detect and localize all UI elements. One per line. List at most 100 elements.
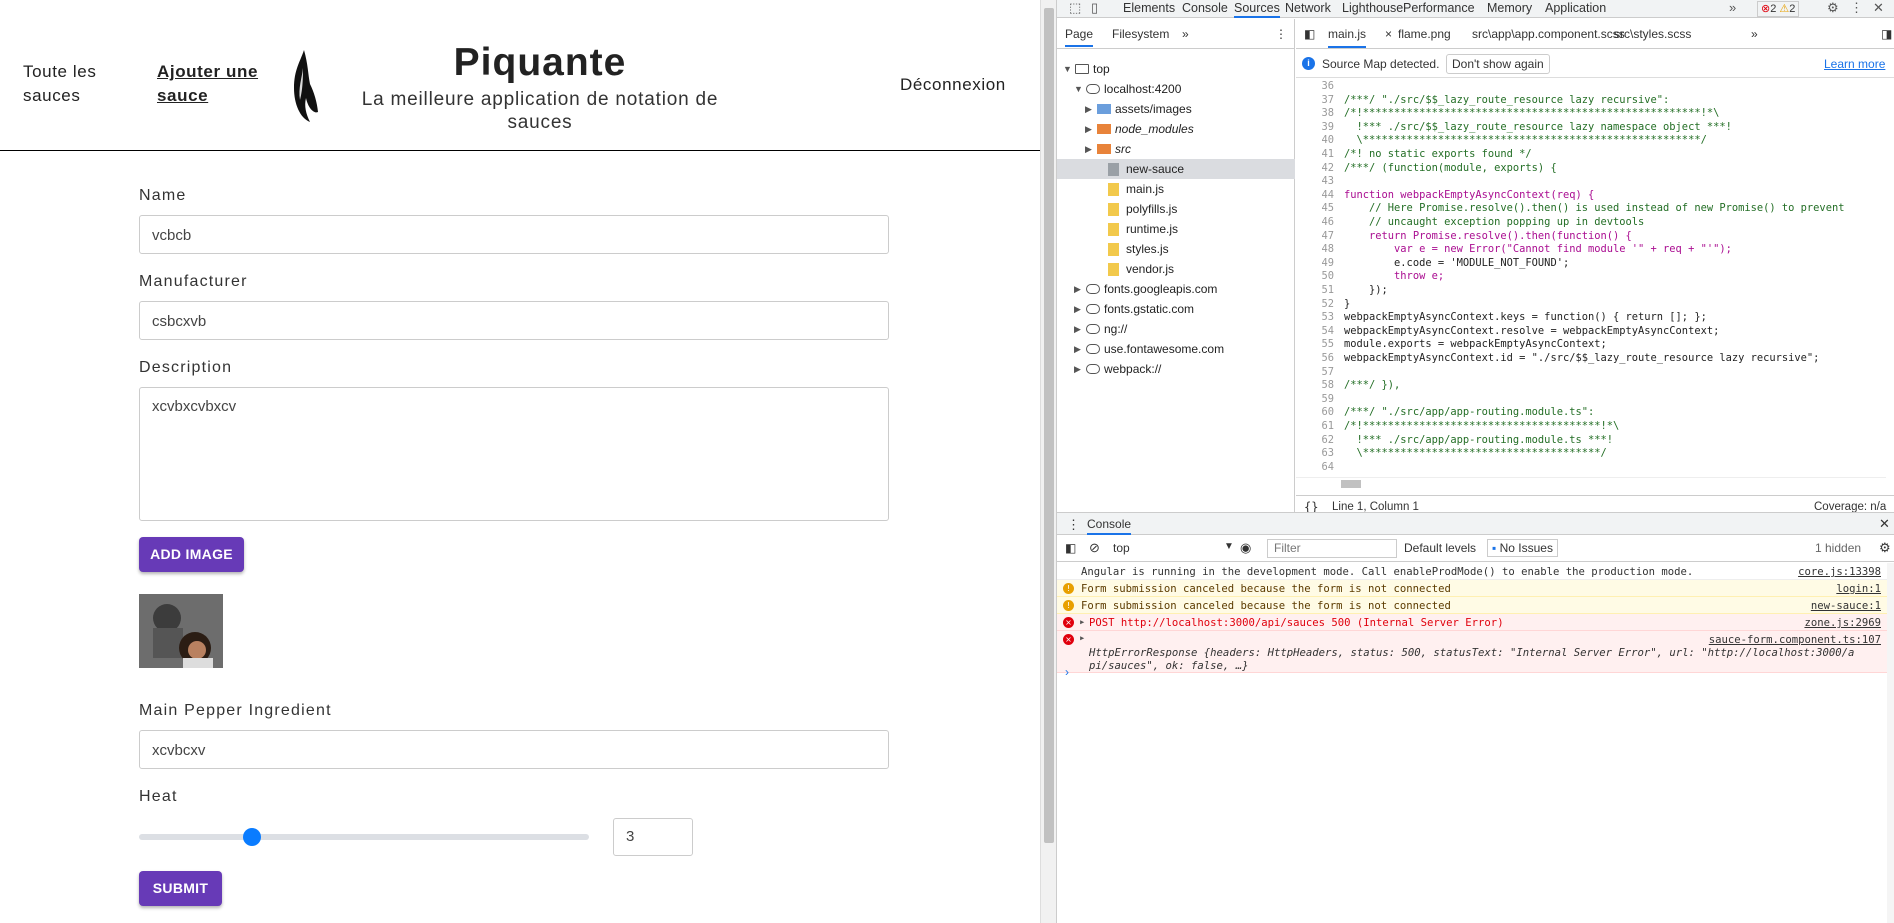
message-source-link[interactable]: zone.js:2969 <box>1804 616 1881 630</box>
expand-arrow-icon[interactable]: ▶ <box>1074 359 1081 379</box>
tab-elements[interactable]: Elements <box>1123 1 1175 15</box>
pepper-input[interactable]: xcvbcxv <box>139 730 889 769</box>
tree-item[interactable]: new-sauce <box>1057 159 1295 179</box>
expand-arrow-icon[interactable]: ▶ <box>1074 319 1081 339</box>
tree-item[interactable]: ▶ node_modules <box>1057 119 1295 139</box>
chevron-down-icon[interactable]: ▼ <box>1224 541 1234 552</box>
tab-network[interactable]: Network <box>1285 1 1331 15</box>
log-levels-dropdown[interactable]: Default levels <box>1404 541 1476 555</box>
expand-message-icon[interactable]: ▸ <box>1079 615 1085 629</box>
expand-arrow-icon[interactable]: ▶ <box>1074 279 1081 299</box>
context-select[interactable]: top <box>1113 541 1130 555</box>
tab-lighthouse[interactable]: Lighthouse <box>1342 1 1403 15</box>
expand-arrow-icon[interactable]: ▶ <box>1085 139 1092 159</box>
tree-item[interactable]: ▶ fonts.gstatic.com <box>1057 299 1295 319</box>
line-number: 37 <box>1321 93 1334 106</box>
editor-tab[interactable]: main.js <box>1328 27 1367 48</box>
tree-item[interactable]: polyfills.js <box>1057 199 1295 219</box>
logout-link[interactable]: Déconnexion <box>900 75 1006 95</box>
submit-button[interactable]: SUBMIT <box>139 871 222 906</box>
tab-filesystem[interactable]: Filesystem <box>1112 27 1169 41</box>
add-image-button[interactable]: ADD IMAGE <box>139 537 244 572</box>
tree-item[interactable]: main.js <box>1057 179 1295 199</box>
tree-item[interactable]: styles.js <box>1057 239 1295 259</box>
expand-arrow-icon[interactable]: ▶ <box>1085 99 1092 119</box>
tree-item[interactable]: ▶ webpack:// <box>1057 359 1295 379</box>
code-text: !*** ./src/$$_lazy_route_resource lazy n… <box>1344 120 1732 133</box>
tree-item[interactable]: ▼ top <box>1057 59 1295 79</box>
console-prompt-icon[interactable]: › <box>1065 665 1069 679</box>
app-scrollbar[interactable] <box>1040 0 1056 923</box>
inspect-element-icon[interactable]: ⬚ <box>1069 1 1081 15</box>
code-view[interactable]: 36 37 /***/ "./src/$$_lazy_route_resource … <box>1296 79 1894 475</box>
tree-item[interactable]: ▶ src <box>1057 139 1295 159</box>
name-input[interactable]: vcbcb <box>139 215 889 254</box>
close-tab-icon[interactable]: × <box>1385 27 1392 41</box>
console-scrollbar[interactable] <box>1887 563 1894 923</box>
learn-more-link[interactable]: Learn more <box>1824 57 1885 71</box>
tab-performance[interactable]: Performance <box>1403 1 1475 15</box>
expand-arrow-icon[interactable]: ▶ <box>1074 339 1081 359</box>
toggle-navigator-icon[interactable]: ◧ <box>1304 27 1315 41</box>
tab-page[interactable]: Page <box>1065 27 1094 47</box>
device-toolbar-icon[interactable]: ▯ <box>1091 1 1098 15</box>
editor-tab[interactable]: flame.png <box>1398 27 1451 41</box>
sidebar-toggle-icon[interactable]: ◧ <box>1065 541 1076 555</box>
tree-item[interactable]: ▶ ng:// <box>1057 319 1295 339</box>
line-number: 48 <box>1321 243 1334 256</box>
tab-application[interactable]: Application <box>1545 1 1606 15</box>
tree-item[interactable]: ▼ localhost:4200 <box>1057 79 1295 99</box>
description-textarea[interactable]: xcvbxcvbxcv <box>139 387 889 521</box>
expand-arrow-icon[interactable]: ▼ <box>1074 79 1083 99</box>
app-scrollbar-thumb[interactable] <box>1044 8 1054 843</box>
issues-button[interactable]: ▪ No Issues <box>1487 539 1558 557</box>
issue-counts[interactable]: ⊗2 ⚠2 <box>1757 1 1800 17</box>
editor-h-scrollbar[interactable] <box>1296 477 1886 489</box>
manufacturer-input[interactable]: csbcxvb <box>139 301 889 340</box>
heat-number-input[interactable]: 3 <box>613 818 693 856</box>
message-source-link[interactable]: login:1 <box>1836 582 1881 596</box>
expand-message-icon[interactable]: ▸ <box>1079 631 1085 645</box>
customize-menu-icon[interactable]: ⋮ <box>1850 1 1863 15</box>
message-source-link[interactable]: core.js:13398 <box>1798 565 1881 579</box>
heat-slider-track[interactable] <box>139 834 589 840</box>
nav-add-sauce-link[interactable]: Ajouter une sauce <box>157 60 277 108</box>
close-devtools-icon[interactable]: ✕ <box>1873 1 1884 15</box>
tree-item[interactable]: runtime.js <box>1057 219 1295 239</box>
dont-show-again-button[interactable]: Don't show again <box>1446 54 1550 74</box>
heat-slider-handle[interactable] <box>243 828 261 846</box>
settings-gear-icon[interactable]: ⚙ <box>1827 1 1839 15</box>
clear-console-icon[interactable]: ⊘ <box>1089 540 1100 556</box>
message-source-link[interactable]: sauce-form.component.ts:107 <box>1709 633 1881 647</box>
nav-all-sauces-link[interactable]: Toute les sauces <box>23 60 133 108</box>
message-source-link[interactable]: new-sauce:1 <box>1811 599 1881 613</box>
console-filter-input[interactable]: Filter <box>1267 539 1397 558</box>
editor-tab[interactable]: src\styles.scss <box>1614 27 1691 41</box>
more-navigator-tabs-icon[interactable]: » <box>1182 27 1189 41</box>
expand-arrow-icon[interactable]: ▼ <box>1063 59 1072 79</box>
sources-navigator: Page Filesystem » ⋮ ▼ top ▼ localhost:4200 ▶… <box>1057 19 1295 512</box>
more-tabs-icon[interactable]: » <box>1729 1 1736 15</box>
line-number: 36 <box>1321 80 1334 92</box>
navigator-menu-icon[interactable]: ⋮ <box>1275 27 1287 41</box>
tab-memory[interactable]: Memory <box>1487 1 1532 15</box>
live-expression-eye-icon[interactable]: ◉ <box>1240 540 1251 556</box>
tree-item[interactable]: ▶ use.fontawesome.com <box>1057 339 1295 359</box>
expand-arrow-icon[interactable]: ▶ <box>1074 299 1081 319</box>
more-editor-tabs-icon[interactable]: » <box>1751 27 1758 41</box>
console-settings-icon[interactable]: ⚙ <box>1879 540 1891 556</box>
editor-tab[interactable]: src\app\app.component.scss <box>1472 27 1625 41</box>
tree-item[interactable]: ▶ fonts.googleapis.com <box>1057 279 1295 299</box>
editor-h-scrollbar-thumb[interactable] <box>1341 480 1361 488</box>
tab-console-drawer[interactable]: Console <box>1087 517 1132 535</box>
expand-arrow-icon[interactable]: ▶ <box>1085 119 1092 139</box>
drawer-menu-icon[interactable]: ⋮ <box>1067 517 1080 533</box>
tab-console[interactable]: Console <box>1182 1 1228 15</box>
tree-item[interactable]: vendor.js <box>1057 259 1295 279</box>
file-icon <box>1108 243 1119 256</box>
tree-item-label: webpack:// <box>1104 362 1162 376</box>
tree-item[interactable]: ▶ assets/images <box>1057 99 1295 119</box>
tab-sources[interactable]: Sources <box>1234 1 1280 18</box>
toggle-debugger-icon[interactable]: ◨ <box>1881 27 1892 41</box>
close-drawer-icon[interactable]: ✕ <box>1879 516 1890 532</box>
